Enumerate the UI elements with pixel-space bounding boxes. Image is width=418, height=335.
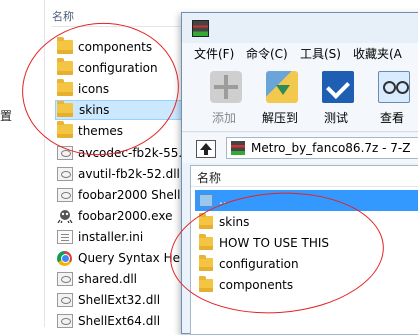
add-button[interactable]: 添加 xyxy=(196,69,252,129)
view-label: 查看 xyxy=(379,111,404,125)
file-item-shared-dll[interactable]: shared.dll xyxy=(55,269,195,289)
folder-icon xyxy=(199,276,213,292)
archive-file-list: 名称 .. skins HOW TO USE THIS configuratio… xyxy=(190,165,418,335)
file-item-label: foobar2000.exe xyxy=(78,209,173,223)
menu-file[interactable]: 文件(F) xyxy=(194,45,234,62)
file-item-skins-selected[interactable]: skins xyxy=(55,100,195,120)
address-bar: Metro_by_fanco86.7z - 7-Z xyxy=(182,133,418,163)
column-header-name[interactable]: 名称 xyxy=(191,166,418,187)
navigation-pane xyxy=(0,0,44,327)
dll-file-icon xyxy=(57,188,73,202)
view-icon xyxy=(378,71,410,103)
file-item-label: skins xyxy=(79,103,110,117)
menu-command[interactable]: 命令(C) xyxy=(246,45,288,62)
file-item-components[interactable]: components xyxy=(55,37,195,57)
sevenzip-window: 文件(F) 命令(C) 工具(S) 收藏夹(A 添加 解压到 测试 查看 Met… xyxy=(181,12,418,335)
archive-file-icon xyxy=(231,141,245,155)
dll-file-icon xyxy=(57,293,73,307)
folder-icon xyxy=(57,79,73,96)
file-item-label: components xyxy=(78,40,153,54)
file-item-shellext64[interactable]: ShellExt64.dll xyxy=(55,311,195,331)
path-text: Metro_by_fanco86.7z - 7-Z xyxy=(251,141,411,155)
view-button[interactable]: 查看 xyxy=(364,69,418,129)
file-item-avutil[interactable]: avutil-fb2k-52.dll xyxy=(55,164,195,184)
file-item-label: configuration xyxy=(78,61,158,75)
add-label: 添加 xyxy=(211,111,236,125)
file-item-label: shared.dll xyxy=(78,272,137,286)
header-divider xyxy=(52,26,192,27)
file-item-label: themes xyxy=(78,124,124,138)
title-bar[interactable] xyxy=(182,13,418,43)
parent-folder-icon xyxy=(199,194,213,207)
up-folder-icon[interactable] xyxy=(196,140,216,158)
file-item-label: ShellExt64.dll xyxy=(78,314,161,328)
file-item-label: Query Syntax Help xyxy=(78,251,191,265)
pane-splitter[interactable] xyxy=(44,0,45,327)
ini-file-icon xyxy=(57,230,73,244)
dll-file-icon xyxy=(57,146,73,160)
folder-icon xyxy=(199,213,213,229)
file-item-icons[interactable]: icons xyxy=(55,79,195,99)
menu-favorites[interactable]: 收藏夹(A xyxy=(353,45,402,62)
list-item-label: components xyxy=(219,278,294,292)
chrome-icon xyxy=(57,251,72,266)
list-item-label: skins xyxy=(219,215,250,229)
folder-icon xyxy=(57,121,73,138)
extract-button[interactable]: 解压到 xyxy=(252,69,308,129)
list-item-components[interactable]: components xyxy=(195,275,418,296)
add-icon xyxy=(210,71,242,103)
column-header-name[interactable]: 名称 xyxy=(52,8,74,24)
test-button[interactable]: 测试 xyxy=(308,69,364,129)
extract-icon xyxy=(266,71,298,103)
file-item-foobar-exe[interactable]: foobar2000.exe xyxy=(55,206,195,226)
menu-bar: 文件(F) 命令(C) 工具(S) 收藏夹(A xyxy=(182,43,418,63)
list-item-label: .. xyxy=(219,193,227,207)
file-item-configuration[interactable]: configuration xyxy=(55,58,195,78)
file-item-installer-ini[interactable]: installer.ini xyxy=(55,227,195,247)
file-item-label: avutil-fb2k-52.dll xyxy=(78,167,180,181)
folder-icon xyxy=(57,37,73,54)
file-item-themes[interactable]: themes xyxy=(55,121,195,141)
list-item-label: configuration xyxy=(219,257,299,271)
file-item-foobar-shell[interactable]: foobar2000 Shell xyxy=(55,185,195,205)
file-item-avcodec[interactable]: avcodec-fb2k-55. xyxy=(55,143,195,163)
path-field[interactable]: Metro_by_fanco86.7z - 7-Z xyxy=(226,137,418,159)
file-item-label: installer.ini xyxy=(78,230,144,244)
folder-icon xyxy=(199,255,213,271)
file-item-label: foobar2000 Shell xyxy=(78,188,181,202)
folder-icon xyxy=(199,234,213,250)
menu-tools[interactable]: 工具(S) xyxy=(300,45,341,62)
list-item-configuration[interactable]: configuration xyxy=(195,254,418,275)
file-item-label: avcodec-fb2k-55. xyxy=(78,146,183,160)
column-header-label: 名称 xyxy=(197,171,222,185)
extract-label: 解压到 xyxy=(261,111,298,125)
file-item-label: icons xyxy=(78,82,110,96)
navigation-item-fragment[interactable]: 置 xyxy=(0,107,12,124)
test-label: 测试 xyxy=(323,111,348,125)
list-item-label: HOW TO USE THIS xyxy=(219,236,330,250)
folder-icon xyxy=(57,101,73,117)
list-item-skins[interactable]: skins xyxy=(195,212,418,233)
file-item-query-syntax[interactable]: Query Syntax Help xyxy=(55,248,195,268)
dll-file-icon xyxy=(57,314,73,328)
foobar-app-icon xyxy=(57,209,73,224)
dll-file-icon xyxy=(57,167,73,181)
folder-icon xyxy=(57,58,73,75)
list-item-how-to-use[interactable]: HOW TO USE THIS xyxy=(195,233,418,254)
test-icon xyxy=(322,71,354,103)
list-item-parent[interactable]: .. xyxy=(195,190,418,211)
file-item-shellext32[interactable]: ShellExt32.dll xyxy=(55,290,195,310)
archive-app-icon[interactable] xyxy=(192,20,209,37)
file-item-label: ShellExt32.dll xyxy=(78,293,161,307)
dll-file-icon xyxy=(57,272,73,286)
toolbar: 添加 解压到 测试 查看 xyxy=(182,63,418,132)
